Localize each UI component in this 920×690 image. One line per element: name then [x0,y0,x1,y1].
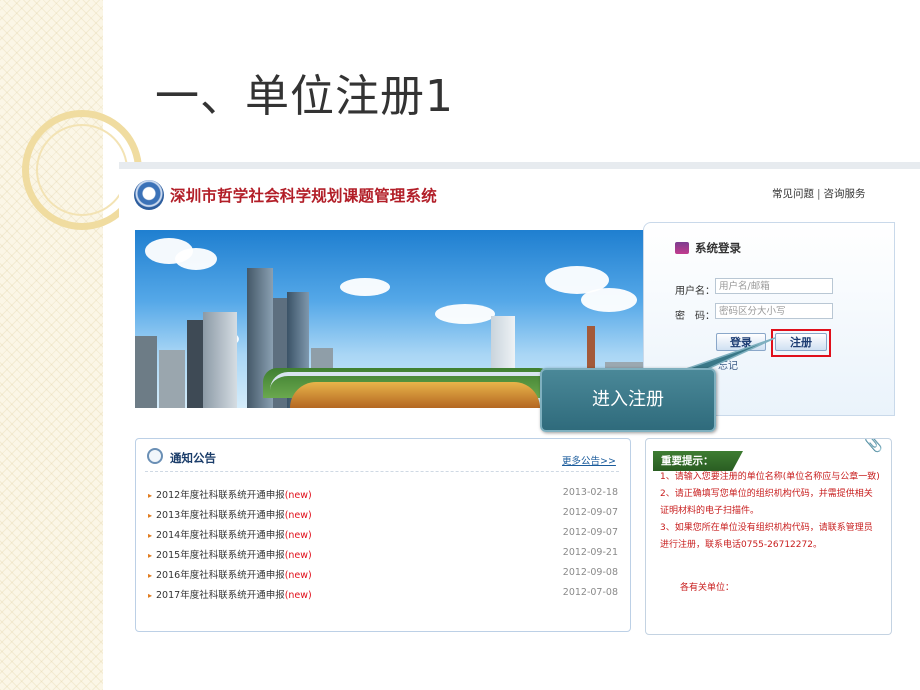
notice-board: 通知公告 更多公告>> ▸ 2012年度社科联系统开通申报(new) 2013-0… [135,438,631,632]
username-label: 用户名： [675,286,715,297]
notice-item[interactable]: ▸ 2015年度社科联系统开通申报(new) 2012-09-21 [148,547,618,567]
notice-item-date: 2012-09-21 [562,547,618,558]
browser-top-bar [119,162,920,169]
notice-list: ▸ 2012年度社科联系统开通申报(new) 2013-02-18 ▸ 2013年度… [148,487,618,607]
new-tag: (new) [284,490,312,501]
notice-item-title: 2015年度社科联系统开通申报 [156,550,285,561]
cloud-shape [175,248,217,270]
notice-item-title: 2016年度社科联系统开通申报 [156,570,285,581]
password-label: 密 码： [675,311,715,322]
bullet-arrow-icon: ▸ [148,511,153,520]
bullet-arrow-icon: ▸ [148,531,153,540]
tip-line: 2、请正确填写您单位的组织机构代码，并需提供相关证明材料的电子扫描件。 [660,489,873,516]
building-shape [203,312,237,408]
civic-center-roof-shape [270,372,560,390]
bullet-arrow-icon: ▸ [148,491,153,500]
building-shape [135,336,157,408]
tips-header: 重要提示： [653,451,743,471]
top-links: 常见问题 | 咨询服务 [772,186,866,201]
notice-item[interactable]: ▸ 2014年度社科联系统开通申报(new) 2012-09-07 [148,527,618,547]
system-screenshot: 深圳市哲学社会科学规划课题管理系统 常见问题 | 咨询服务 系统登录 用户名： 用户… [119,162,920,690]
bullet-arrow-icon: ▸ [148,551,153,560]
notice-item[interactable]: ▸ 2013年度社科联系统开通申报(new) 2012-09-07 [148,507,618,527]
new-tag: (new) [284,570,312,581]
notice-item-date: 2012-09-07 [562,507,618,518]
notice-item-date: 2013-02-18 [562,487,618,498]
site-logo-icon [134,180,164,210]
new-tag: (new) [284,550,312,561]
decorative-ring-inner [36,124,128,216]
login-icon [675,242,689,254]
slide-decoration-band [0,0,103,690]
notice-item[interactable]: ▸ 2017年度社科联系统开通申报(new) 2012-07-08 [148,587,618,607]
new-tag: (new) [284,590,312,601]
bullet-arrow-icon: ▸ [148,571,153,580]
tip-line: 1、请输入您要注册的单位名称(单位名称应与公章一致) [660,472,880,482]
faq-link[interactable]: 常见问题 [772,188,814,200]
tip-line: 3、如果您所在单位没有组织机构代码，请联系管理员进行注册，联系电话0755-26… [660,523,873,550]
cloud-shape [581,288,637,312]
notice-item-title: 2014年度社科联系统开通申报 [156,530,285,541]
notice-item[interactable]: ▸ 2012年度社科联系统开通申报(new) 2013-02-18 [148,487,618,507]
notice-item-title: 2013年度社科联系统开通申报 [156,510,285,521]
paperclip-icon: 📎 [864,438,883,453]
notice-item-date: 2012-07-08 [562,587,618,598]
slide-title: 一、单位注册1 [155,71,454,122]
notice-divider [145,471,619,472]
more-notices-link[interactable]: 更多公告>> [562,453,616,467]
new-tag: (new) [284,510,312,521]
tips-body: 1、请输入您要注册的单位名称(单位名称应与公章一致) 2、请正确填写您单位的组织… [660,469,880,597]
notice-item-title: 2012年度社科联系统开通申报 [156,490,285,501]
cloud-shape [435,304,495,324]
site-title: 深圳市哲学社会科学规划课题管理系统 [170,187,437,205]
notice-item-date: 2012-09-08 [562,567,618,578]
new-tag: (new) [284,530,312,541]
notice-item-title: 2017年度社科联系统开通申报 [156,590,285,601]
enter-registration-callout: 进入注册 [540,368,716,432]
password-input[interactable]: 密码区分大小写 [715,303,833,319]
notice-item[interactable]: ▸ 2016年度社科联系统开通申报(new) 2012-09-08 [148,567,618,587]
clock-icon [147,448,163,464]
important-tips-panel: 📎 重要提示： 1、请输入您要注册的单位名称(单位名称应与公章一致) 2、请正确… [645,438,892,635]
username-input[interactable]: 用户名/邮箱 [715,278,833,294]
link-separator: | [817,188,821,200]
tips-footer: 各有关单位： [680,583,735,593]
notice-title: 通知公告 [170,451,216,465]
bullet-arrow-icon: ▸ [148,591,153,600]
login-header: 系统登录 [695,241,741,255]
cloud-shape [340,278,390,296]
building-shape [159,350,185,408]
notice-item-date: 2012-09-07 [562,527,618,538]
consult-service-link[interactable]: 咨询服务 [824,188,866,200]
